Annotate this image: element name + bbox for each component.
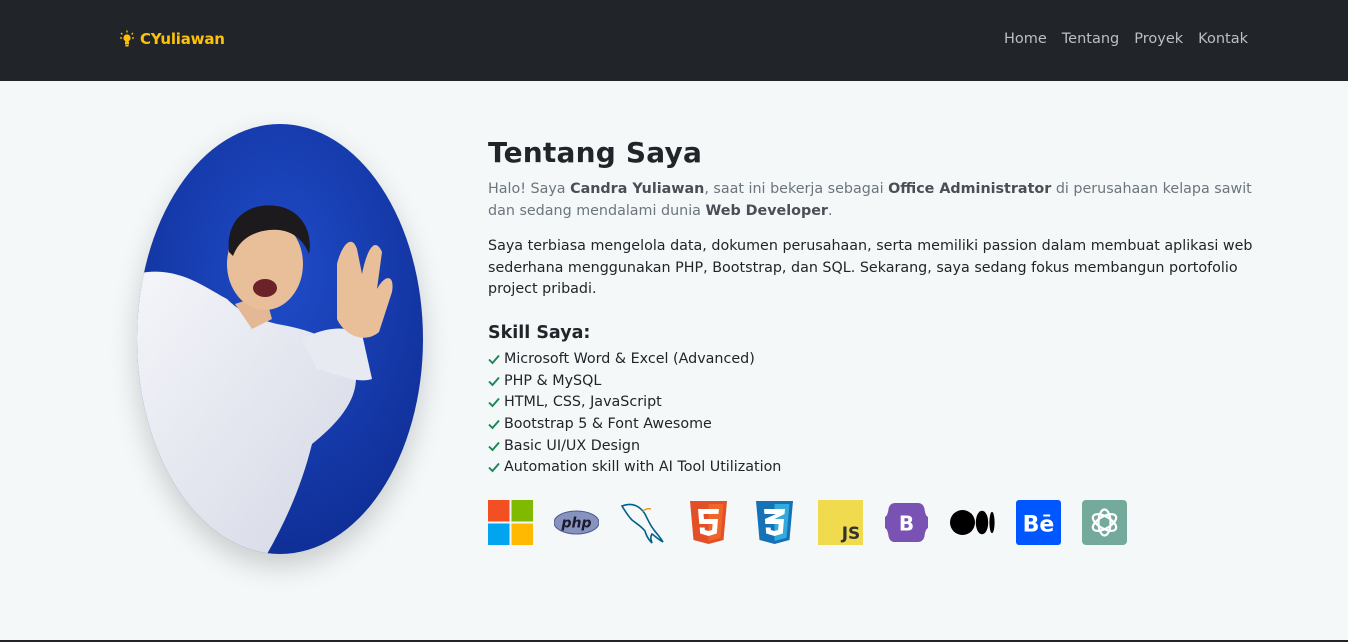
skill-item: HTML, CSS, JavaScript xyxy=(488,392,1268,414)
skill-list: Microsoft Word & Excel (Advanced) PHP & … xyxy=(488,349,1268,479)
brand-logo[interactable]: CYuliawan xyxy=(120,30,225,48)
bootstrap-logo-text: B xyxy=(899,512,914,536)
about-title: Tentang Saya xyxy=(488,136,703,169)
html5-icon xyxy=(686,500,731,545)
skill-item: Basic UI/UX Design xyxy=(488,435,1268,457)
mysql-icon xyxy=(620,500,665,545)
check-icon xyxy=(488,355,500,365)
intro-name: Candra Yuliawan xyxy=(570,181,705,197)
profile-photo xyxy=(137,124,423,554)
skill-item: PHP & MySQL xyxy=(488,370,1268,392)
nav-proyek[interactable]: Proyek xyxy=(1134,31,1183,47)
brand-name: CYuliawan xyxy=(140,30,225,48)
skill-item: Automation skill with AI Tool Utilizatio… xyxy=(488,456,1268,478)
behance-icon: Bē xyxy=(1016,500,1061,546)
medium-icon xyxy=(950,500,995,545)
skill-title: Skill Saya: xyxy=(488,322,591,343)
intro-field: Web Developer xyxy=(705,203,828,219)
nav-kontak[interactable]: Kontak xyxy=(1198,31,1248,47)
bootstrap-icon: B xyxy=(884,500,929,545)
behance-logo-text: Bē xyxy=(1023,513,1055,538)
php-icon: php xyxy=(554,500,599,545)
check-icon xyxy=(488,419,500,430)
microsoft-icon xyxy=(488,500,533,546)
javascript-icon: JS xyxy=(818,500,863,546)
nav-tentang[interactable]: Tentang xyxy=(1062,31,1119,47)
check-icon xyxy=(488,398,500,408)
tech-icons: php JS B Bē xyxy=(488,500,1268,546)
check-icon xyxy=(488,463,500,473)
about-intro: Halo! Saya Candra Yuliawan, saat ini bek… xyxy=(488,181,1252,219)
lightbulb-icon xyxy=(120,30,134,47)
check-icon xyxy=(488,376,500,387)
navbar: CYuliawan Home Tentang Proyek Kontak xyxy=(0,0,1348,81)
main-nav: Home Tentang Proyek Kontak xyxy=(1004,31,1248,47)
php-logo-text: php xyxy=(560,516,591,532)
css3-icon xyxy=(752,500,797,545)
nav-home[interactable]: Home xyxy=(1004,31,1047,47)
about-section: Tentang Saya Halo! Saya Candra Yuliawan,… xyxy=(488,136,1268,546)
intro-job: Office Administrator xyxy=(888,181,1052,197)
chatgpt-icon xyxy=(1082,500,1127,546)
skill-item: Microsoft Word & Excel (Advanced) xyxy=(488,349,1268,371)
skill-item: Bootstrap 5 & Font Awesome xyxy=(488,413,1268,435)
about-paragraph: Saya terbiasa mengelola data, dokumen pe… xyxy=(488,238,1253,297)
js-logo-text: JS xyxy=(841,524,861,544)
check-icon xyxy=(488,441,500,452)
